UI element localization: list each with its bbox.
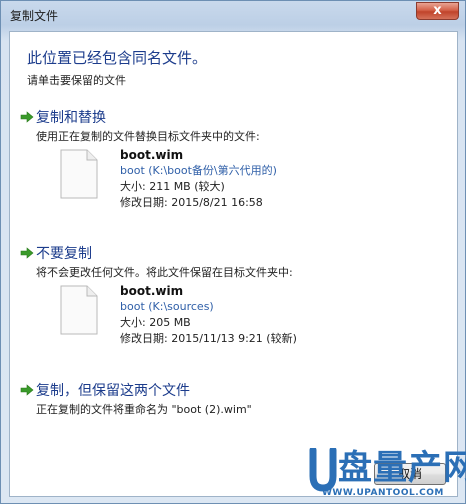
close-icon: x bbox=[433, 3, 442, 18]
file-name: boot.wim bbox=[120, 284, 184, 298]
file-path: boot (K:\boot备份\第六代用的) bbox=[120, 164, 277, 177]
file-name: boot.wim bbox=[120, 148, 184, 162]
copy-file-dialog: 复制文件 x 此位置已经包含同名文件。 请单击要保留的文件 复制和替换 使用正在… bbox=[0, 0, 466, 504]
dialog-heading: 此位置已经包含同名文件。 bbox=[27, 49, 208, 67]
watermark: 盘量产网 WWW.UPANTOOL.COM bbox=[308, 446, 466, 502]
dialog-subheading: 请单击要保留的文件 bbox=[27, 74, 126, 87]
option-description: 使用正在复制的文件替换目标文件夹中的文件: bbox=[36, 130, 260, 143]
u-logo-icon bbox=[309, 448, 337, 492]
file-size: 大小: 205 MB bbox=[120, 316, 191, 329]
close-button[interactable]: x bbox=[416, 2, 459, 20]
green-arrow-icon bbox=[20, 111, 34, 123]
option-description: 将不会更改任何文件。将此文件保留在目标文件夹中: bbox=[36, 266, 293, 279]
option-title: 不要复制 bbox=[36, 246, 92, 262]
file-info: boot.wim boot (K:\sources) 大小: 205 MB 修改… bbox=[120, 283, 297, 347]
green-arrow-icon bbox=[20, 247, 34, 259]
option-title: 复制，但保留这两个文件 bbox=[36, 383, 190, 399]
document-icon bbox=[60, 149, 98, 199]
file-path: boot (K:\sources) bbox=[120, 300, 214, 313]
file-modified: 修改日期: 2015/8/21 16:58 bbox=[120, 196, 263, 209]
file-modified: 修改日期: 2015/11/13 9:21 (较新) bbox=[120, 332, 297, 345]
option-keep-both[interactable]: 复制，但保留这两个文件 正在复制的文件将重命名为 "boot (2).wim" bbox=[20, 380, 440, 420]
green-arrow-icon bbox=[20, 384, 34, 396]
document-icon bbox=[60, 285, 98, 335]
dialog-content: 此位置已经包含同名文件。 请单击要保留的文件 复制和替换 使用正在复制的文件替换… bbox=[9, 31, 458, 497]
option-copy-and-replace[interactable]: 复制和替换 使用正在复制的文件替换目标文件夹中的文件: boot.wim boo… bbox=[20, 107, 440, 217]
file-size: 大小: 211 MB (较大) bbox=[120, 180, 225, 193]
option-description: 正在复制的文件将重命名为 "boot (2).wim" bbox=[36, 403, 252, 416]
option-do-not-copy[interactable]: 不要复制 将不会更改任何文件。将此文件保留在目标文件夹中: boot.wim b… bbox=[20, 243, 440, 355]
watermark-url: WWW.UPANTOOL.COM bbox=[322, 488, 444, 498]
watermark-brand: 盘量产网 bbox=[338, 448, 466, 488]
file-info: boot.wim boot (K:\boot备份\第六代用的) 大小: 211 … bbox=[120, 147, 277, 211]
window-title: 复制文件 bbox=[10, 9, 59, 23]
title-bar[interactable]: 复制文件 x bbox=[1, 1, 465, 27]
option-title: 复制和替换 bbox=[36, 110, 106, 126]
